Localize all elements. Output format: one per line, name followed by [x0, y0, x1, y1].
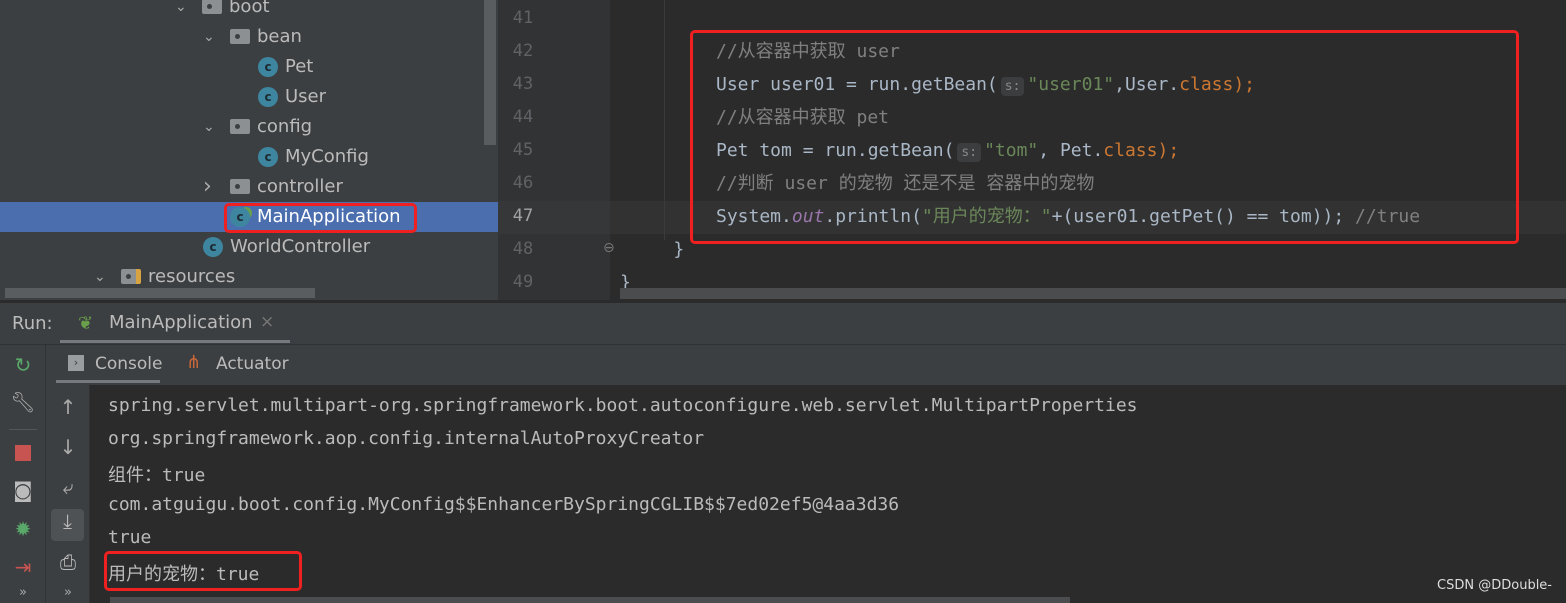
class-icon: c: [258, 57, 278, 77]
soft-wrap-icon[interactable]: ⤶: [53, 475, 83, 499]
console-toolbar: ↑ ↓ ⤶ ⤓ ⎙ »: [46, 385, 90, 603]
selected-item-highlight-box: [224, 203, 417, 233]
indent-guide: [664, 0, 665, 240]
run-toolbar: Run: ❦ MainApplication ×: [0, 303, 1566, 345]
more-icon[interactable]: »: [53, 585, 83, 600]
tree-item[interactable]: c User: [0, 82, 498, 112]
class-icon: c: [203, 237, 223, 257]
folder-icon: [230, 119, 250, 134]
tree-item-label: boot: [229, 0, 270, 17]
class-icon: c: [258, 147, 278, 167]
watermark: CSDN @DDouble-: [1437, 578, 1552, 593]
project-tree[interactable]: ⌄ boot ⌄ bean c Pet c User ⌄ config c MyConfig › cont…: [0, 0, 498, 300]
console-line: org.springframework.aop.config.internalA…: [108, 428, 705, 449]
tree-item[interactable]: ⌄ config: [0, 112, 498, 142]
run-config-tab[interactable]: ❦ MainApplication ×: [60, 303, 290, 343]
chevron-down-icon[interactable]: ⌄: [175, 0, 187, 22]
chevron-right-icon[interactable]: ›: [203, 172, 212, 202]
more-icon[interactable]: »: [8, 585, 38, 600]
spring-boot-icon: ❦: [78, 313, 94, 334]
print-icon[interactable]: ⎙: [53, 550, 83, 574]
output-highlight-box: [104, 551, 302, 591]
folder-icon: [230, 179, 250, 194]
code-line: }: [630, 233, 684, 266]
line-number: 45: [512, 140, 534, 160]
folder-icon: [230, 29, 250, 44]
run-left-toolbar: ↻ 🔧︎ ◙ ✹ ⇥ »: [0, 345, 46, 603]
stop-icon[interactable]: [15, 445, 31, 461]
chevron-down-icon[interactable]: ⌄: [203, 112, 215, 142]
tree-item-label: config: [257, 116, 313, 137]
arrow-up-icon[interactable]: ↑: [53, 395, 83, 419]
line-number: 47: [512, 206, 534, 226]
fold-marker-icon[interactable]: ⊖: [603, 240, 615, 256]
editor-horizontal-scrollbar[interactable]: [620, 288, 1566, 299]
run-tabs: › Console ⋔ Actuator: [46, 345, 1566, 385]
tree-item-label: Pet: [285, 56, 314, 77]
tree-item[interactable]: c Pet: [0, 52, 498, 82]
wrench-icon[interactable]: 🔧︎: [8, 390, 38, 414]
console-line: 组件：true: [108, 465, 206, 486]
tree-item[interactable]: ⌄ boot: [0, 0, 498, 22]
tree-item-label: controller: [257, 176, 343, 197]
run-config-tab-label: MainApplication: [109, 312, 253, 333]
tree-item[interactable]: ⌄ bean: [0, 22, 498, 52]
line-number: 48: [512, 239, 534, 259]
console-line: true: [108, 527, 152, 548]
tree-item-label: bean: [257, 26, 302, 47]
line-number: 43: [512, 74, 534, 94]
arrow-down-icon[interactable]: ↓: [53, 435, 83, 459]
console-line: spring.servlet.multipart-org.springframe…: [108, 395, 1138, 416]
line-number: 42: [512, 41, 534, 61]
tree-item[interactable]: c WorldController: [0, 232, 498, 262]
tab-console-label: Console: [95, 354, 163, 374]
tab-console[interactable]: › Console: [56, 345, 163, 383]
tree-item-label: User: [285, 86, 327, 107]
line-number: 49: [512, 272, 534, 292]
tab-actuator-label: Actuator: [216, 354, 289, 374]
run-label: Run:: [12, 313, 53, 334]
code-token: }: [630, 239, 685, 260]
folder-icon: [202, 0, 222, 14]
class-icon: c: [258, 87, 278, 107]
tree-item[interactable]: c MyConfig: [0, 142, 498, 172]
exit-icon[interactable]: ⇥: [8, 555, 38, 579]
tree-item-label: MyConfig: [285, 146, 369, 167]
scroll-to-end-icon[interactable]: ⤓: [51, 509, 84, 541]
console-horizontal-scrollbar[interactable]: [110, 597, 1070, 603]
tree-item[interactable]: › controller: [0, 172, 498, 202]
folder-icon: [121, 269, 141, 284]
camera-icon[interactable]: ◙: [8, 478, 38, 502]
tab-actuator[interactable]: ⋔ Actuator: [186, 345, 296, 383]
line-number: 41: [512, 8, 534, 28]
console-line: com.atguigu.boot.config.MyConfig$$Enhanc…: [108, 494, 900, 515]
actuator-icon: ⋔: [186, 352, 202, 373]
console-icon: ›: [68, 355, 84, 371]
debug-icon[interactable]: ✹: [8, 517, 38, 541]
rerun-icon[interactable]: ↻: [8, 353, 38, 377]
tree-item-label: WorldController: [230, 236, 371, 257]
line-number: 44: [512, 107, 534, 127]
chevron-down-icon[interactable]: ⌄: [203, 22, 215, 52]
tree-horizontal-scrollbar[interactable]: [5, 288, 315, 298]
line-number: 46: [512, 173, 534, 193]
code-highlight-box: [690, 30, 1519, 244]
tree-vertical-scrollbar[interactable]: [484, 0, 496, 145]
close-icon[interactable]: ×: [260, 312, 274, 332]
